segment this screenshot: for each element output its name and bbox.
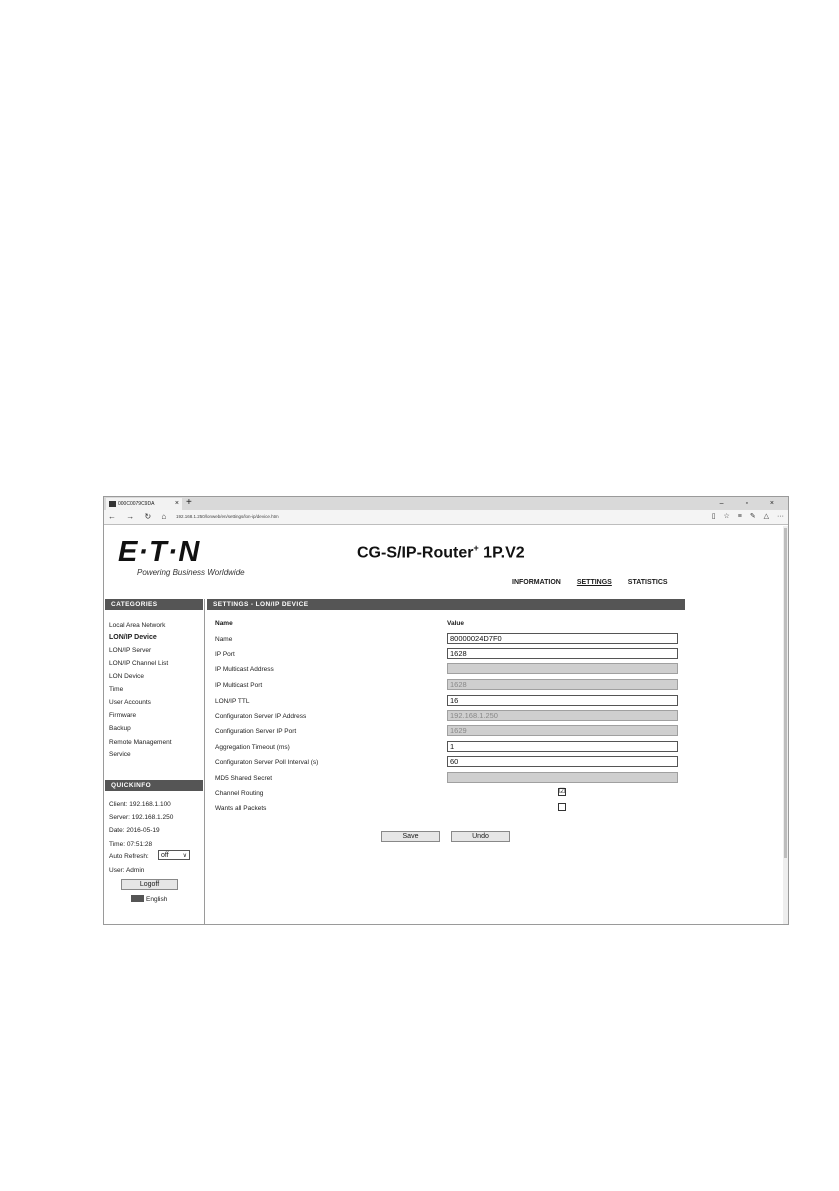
save-button[interactable]: Save <box>381 831 440 842</box>
sidebar-item-lon-ip-channel-list[interactable]: LON/IP Channel List <box>109 660 168 667</box>
undo-button[interactable]: Undo <box>451 831 510 842</box>
lon-ip-ttl-field[interactable]: 16 <box>447 695 678 706</box>
sidebar-item-user-accounts[interactable]: User Accounts <box>109 699 151 706</box>
tab-title: 000C0079C9DA <box>118 501 155 507</box>
tab-close-icon[interactable]: × <box>175 498 179 510</box>
scrollbar-thumb[interactable] <box>784 528 787 858</box>
label-md5-secret: MD5 Shared Secret <box>215 775 273 782</box>
categories-header: CATEGORIES <box>105 599 203 610</box>
new-tab-button[interactable]: + <box>186 497 192 509</box>
favicon-icon <box>109 501 116 507</box>
aggregation-timeout-field[interactable]: 1 <box>447 741 678 752</box>
label-ip-port: IP Port <box>215 651 235 658</box>
sidebar-item-remote-management[interactable]: Remote Management <box>109 739 172 746</box>
sidebar-item-lon-ip-device[interactable]: LON/IP Device <box>109 634 157 641</box>
time-info: Time: 07:51:28 <box>109 841 153 848</box>
language-selector[interactable]: English <box>131 895 167 903</box>
home-icon[interactable]: ⌂ <box>161 512 166 521</box>
ip-port-field[interactable]: 1628 <box>447 648 678 659</box>
logo-tagline: Powering Business Worldwide <box>137 568 245 577</box>
ip-multicast-port-field: 1628 <box>447 679 678 690</box>
label-wants-all-packets: Wants all Packets <box>215 805 267 812</box>
reading-view-icon[interactable]: ▯ <box>712 513 716 520</box>
label-lon-ip-ttl: LON/IP TTL <box>215 698 250 705</box>
tab-bar: 000C0079C9DA × + – ▫ × <box>104 497 788 510</box>
sidebar-item-lon-ip-server[interactable]: LON/IP Server <box>109 647 151 654</box>
flag-icon <box>131 895 144 902</box>
name-field[interactable]: 80000024D7F0 <box>447 633 678 644</box>
favorite-star-icon[interactable]: ☆ <box>724 513 730 520</box>
label-name: Name <box>215 636 233 643</box>
browser-window: 000C0079C9DA × + – ▫ × ← → ↻ ⌂ 192.168.1… <box>103 496 789 925</box>
chevron-down-icon: ∨ <box>182 853 187 859</box>
label-config-server-port: Configuration Server IP Port <box>215 728 297 735</box>
logoff-button[interactable]: Logoff <box>121 879 178 890</box>
nav-statistics[interactable]: STATISTICS <box>628 579 668 586</box>
address-bar: ← → ↻ ⌂ 192.168.1.250/lonweb/en/settings… <box>104 510 788 525</box>
hub-icon[interactable]: ≡ <box>738 513 742 520</box>
poll-interval-field[interactable]: 60 <box>447 756 678 767</box>
sidebar: CATEGORIES Local Area Network LON/IP Dev… <box>104 599 205 924</box>
share-icon[interactable]: △ <box>764 513 769 520</box>
label-poll-interval: Configuraton Server Poll Interval (s) <box>215 759 319 766</box>
label-channel-routing: Channel Routing <box>215 790 264 797</box>
sidebar-item-service[interactable]: Service <box>109 751 131 758</box>
web-note-icon[interactable]: ✎ <box>750 513 756 520</box>
client-info: Client: 192.168.1.100 <box>109 801 171 808</box>
column-header-value: Value <box>447 620 464 627</box>
url-input[interactable]: 192.168.1.250/lonweb/en/settings/lon-ip/… <box>176 513 696 521</box>
sidebar-item-time[interactable]: Time <box>109 686 123 693</box>
auto-refresh-label: Auto Refresh: <box>109 853 149 860</box>
eaton-logo: E·T·N <box>118 536 201 568</box>
auto-refresh-select[interactable]: off ∨ <box>158 850 190 860</box>
back-icon[interactable]: ← <box>108 512 116 521</box>
window-controls[interactable]: – ▫ × <box>720 497 784 510</box>
top-nav: INFORMATION SETTINGS STATISTICS <box>512 579 682 586</box>
server-info: Server: 192.168.1.250 <box>109 814 174 821</box>
browser-tab[interactable]: 000C0079C9DA × <box>106 498 182 510</box>
config-server-ip-field: 192.168.1.250 <box>447 710 678 721</box>
date-info: Date: 2016-05-19 <box>109 827 160 834</box>
refresh-icon[interactable]: ↻ <box>144 512 151 521</box>
sidebar-item-lon-device[interactable]: LON Device <box>109 673 144 680</box>
sidebar-item-firmware[interactable]: Firmware <box>109 712 136 719</box>
config-server-port-field: 1629 <box>447 725 678 736</box>
quickinfo-header: QUICKINFO <box>105 780 203 791</box>
forward-icon[interactable]: → <box>126 512 134 521</box>
nav-information[interactable]: INFORMATION <box>512 579 561 586</box>
column-header-name: Name <box>215 620 233 627</box>
label-ip-multicast-port: IP Multicast Port <box>215 682 263 689</box>
ip-multicast-address-field <box>447 663 678 674</box>
wants-all-packets-checkbox[interactable] <box>558 803 566 811</box>
more-icon[interactable]: ··· <box>777 513 784 520</box>
label-ip-multicast-address: IP Multicast Address <box>215 666 274 673</box>
web-page: E·T·N Powering Business Worldwide CG-S/I… <box>104 526 784 924</box>
label-aggregation-timeout: Aggregation Timeout (ms) <box>215 744 290 751</box>
sidebar-item-backup[interactable]: Backup <box>109 725 131 732</box>
channel-routing-checkbox[interactable]: ☑ <box>558 788 566 796</box>
label-config-server-ip: Configuraton Server IP Address <box>215 713 307 720</box>
nav-settings[interactable]: SETTINGS <box>577 579 612 586</box>
md5-secret-field <box>447 772 678 783</box>
page-title: CG-S/IP-Router+ 1P.V2 <box>357 543 525 562</box>
sidebar-item-local-area-network[interactable]: Local Area Network <box>109 622 165 629</box>
section-header: SETTINGS - LON/IP DEVICE <box>207 599 685 610</box>
user-info: User: Admin <box>109 867 145 874</box>
